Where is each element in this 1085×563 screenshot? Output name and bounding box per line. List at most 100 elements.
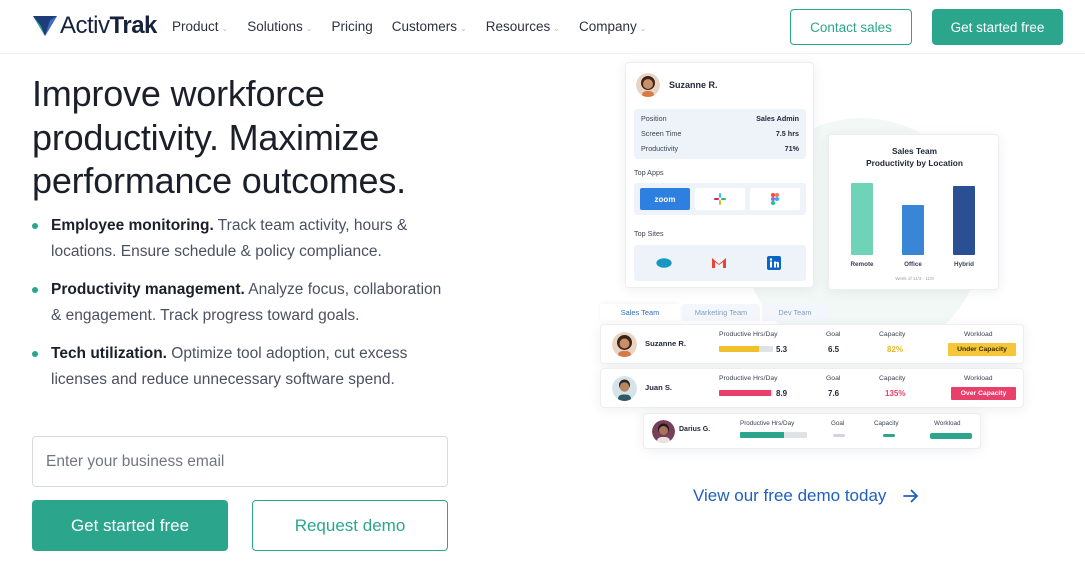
feature-item-tech: Tech utilization. Optimize tool adoption…: [32, 341, 442, 392]
salesforce-icon: [656, 255, 672, 271]
hours-progress-bar: [719, 390, 773, 396]
stat-row-position: Position Sales Admin: [641, 114, 799, 123]
goal-value: 7.6: [828, 389, 840, 398]
goal-placeholder-bar: [833, 434, 845, 437]
workload-placeholder-bar: [930, 433, 972, 439]
workload-badge: Under Capacity: [948, 343, 1016, 356]
nav-label: Resources: [485, 19, 551, 34]
hours-header: Productive Hrs/Day: [719, 375, 778, 382]
chevron-down-icon: ⌄: [460, 23, 467, 33]
profile-name: Suzanne R.: [669, 80, 718, 90]
goal-header: Goal: [826, 331, 841, 338]
hours-value: 5.3: [776, 345, 788, 354]
tab-sales-team[interactable]: Sales Team: [600, 304, 680, 321]
employee-profile-card: Suzanne R. Position Sales Admin Screen Ti…: [625, 62, 814, 288]
top-navbar: ActivTrak Product ⌄ Solutions ⌄ Pricing Cu…: [0, 0, 1085, 54]
stat-row-screen-time: Screen Time 7.5 hrs: [641, 129, 799, 138]
capacity-header: Capacity: [874, 420, 899, 427]
chevron-down-icon: ⌄: [305, 23, 313, 33]
chart-footnote: Week of 11/3 - 11/9: [895, 276, 934, 281]
top-apps-label: Top Apps: [634, 168, 664, 177]
capacity-value: 82%: [887, 345, 904, 354]
team-tabs: Sales Team Marketing Team Dev Team: [600, 304, 830, 321]
bullet-dot-icon: [32, 287, 38, 293]
capacity-value: 135%: [885, 389, 906, 398]
nav-label: Company: [578, 19, 637, 34]
nav-item-customers[interactable]: Customers ⌄: [392, 19, 467, 34]
nav-label: Customers: [391, 19, 458, 34]
feature-item-monitoring: Employee monitoring. Track team activity…: [32, 213, 442, 264]
view-demo-label: View our free demo today: [693, 486, 887, 505]
feature-list: Employee monitoring. Track team activity…: [32, 213, 442, 405]
chart-title-line1: Sales Team: [891, 146, 938, 156]
workload-header: Workload: [934, 420, 961, 427]
top-sites-label: Top Sites: [634, 229, 664, 238]
hours-progress-bar: [719, 346, 773, 352]
slack-icon: [695, 188, 745, 210]
capacity-header: Capacity: [879, 331, 906, 338]
hours-progress-bar: [740, 432, 807, 438]
workload-badge: Over Capacity: [951, 387, 1016, 400]
chevron-down-icon: ⌄: [639, 23, 647, 33]
activtrak-logo[interactable]: ActivTrak: [32, 12, 157, 40]
feature-title: Tech utilization.: [51, 345, 167, 362]
chevron-down-icon: ⌄: [221, 23, 229, 33]
chart-title-line2: Productivity by Location: [866, 158, 963, 168]
nav-item-product[interactable]: Product ⌄: [172, 19, 228, 34]
profile-stats: Position Sales Admin Screen Time 7.5 hrs P…: [634, 109, 806, 159]
team-member-row: Juan S. Productive Hrs/Day 8.9 Goal 7.6 …: [600, 368, 1024, 408]
member-name: Juan S.: [645, 383, 673, 392]
nav-item-resources[interactable]: Resources ⌄: [486, 19, 560, 34]
workload-header: Workload: [964, 331, 993, 338]
gmail-icon: [711, 255, 727, 271]
hero-headline: Improve workforce productivity. Maximize…: [32, 73, 406, 201]
bullet-dot-icon: [32, 351, 38, 357]
top-sites-list: [634, 245, 806, 281]
tab-dev-team[interactable]: Dev Team: [762, 304, 828, 321]
team-member-row: Suzanne R. Productive Hrs/Day 5.3 Goal 6…: [600, 324, 1024, 364]
feature-item-productivity: Productivity management. Analyze focus, …: [32, 277, 442, 328]
chart-bar-remote: [851, 183, 873, 255]
member-name: Darius G.: [679, 426, 711, 433]
logo-mark-icon: [33, 16, 57, 36]
linkedin-icon: [766, 255, 782, 271]
nav-item-company[interactable]: Company ⌄: [579, 19, 646, 34]
main-menu: Product ⌄ Solutions ⌄ Pricing Customers ⌄ R…: [172, 19, 665, 34]
arrow-right-icon: [903, 489, 919, 503]
nav-item-solutions[interactable]: Solutions ⌄: [247, 19, 312, 34]
request-demo-button[interactable]: Request demo: [252, 500, 448, 551]
nav-label: Pricing: [331, 19, 373, 34]
productivity-by-location-chart: Sales Team Productivity by Location Remo…: [828, 134, 999, 290]
tab-marketing-team[interactable]: Marketing Team: [682, 304, 760, 321]
feature-title: Productivity management.: [51, 281, 245, 298]
avatar: [636, 73, 660, 97]
chart-title: Sales Team Productivity by Location: [829, 145, 1000, 169]
nav-item-pricing[interactable]: Pricing: [331, 19, 372, 34]
avatar: [652, 420, 675, 443]
hours-value: 8.9: [776, 389, 788, 398]
bullet-dot-icon: [32, 223, 38, 229]
business-email-input[interactable]: [32, 436, 448, 487]
get-started-free-button[interactable]: Get started free: [32, 500, 228, 551]
contact-sales-button[interactable]: Contact sales: [790, 9, 912, 45]
member-name: Suzanne R.: [645, 339, 686, 348]
figma-icon: [750, 188, 800, 210]
stat-row-productivity: Productivity 71%: [641, 144, 799, 153]
team-member-row: Darius G. Productive Hrs/Day Goal Capaci…: [643, 413, 981, 449]
get-started-nav-button[interactable]: Get started free: [932, 9, 1063, 45]
goal-value: 6.5: [828, 345, 840, 354]
goal-header: Goal: [831, 420, 845, 427]
chart-bar-office: [902, 205, 924, 255]
zoom-icon: zoom: [640, 188, 690, 210]
view-demo-link[interactable]: View our free demo today: [693, 486, 919, 506]
chart-bar-hybrid: [953, 186, 975, 255]
chart-bar-label: Hybrid: [954, 261, 974, 268]
hours-header: Productive Hrs/Day: [740, 420, 795, 427]
hours-header: Productive Hrs/Day: [719, 331, 778, 338]
logo-wordmark: ActivTrak: [60, 12, 157, 39]
nav-label: Product: [172, 19, 219, 34]
avatar: [612, 332, 637, 357]
top-apps-list: zoom: [634, 183, 806, 215]
chart-bar-label: Office: [904, 261, 922, 268]
avatar: [612, 376, 637, 401]
